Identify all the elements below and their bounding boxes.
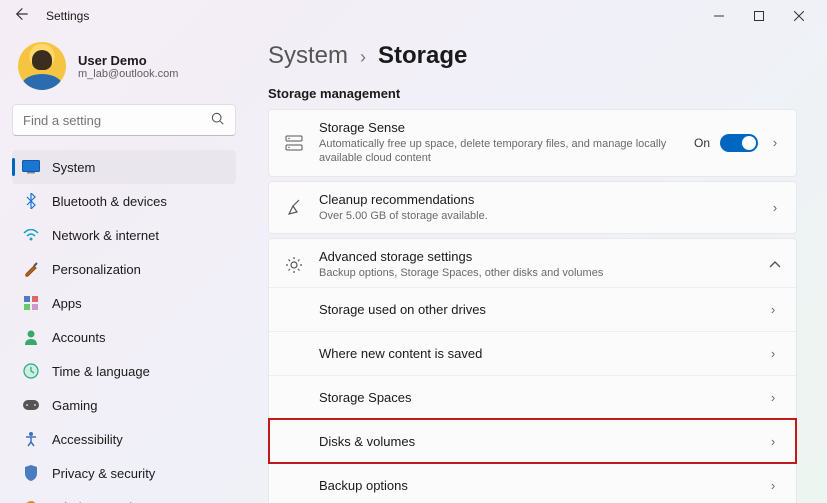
chevron-right-icon: › <box>766 302 780 317</box>
chevron-right-icon: › <box>766 478 780 493</box>
sidebar-item-system[interactable]: System <box>12 150 236 184</box>
chevron-right-icon: › <box>360 47 366 68</box>
where-new-content-item[interactable]: Where new content is saved › <box>269 331 796 375</box>
card-title: Storage Sense <box>319 120 680 135</box>
avatar <box>18 42 66 90</box>
gear-icon <box>283 256 305 274</box>
sidebar-item-bluetooth[interactable]: Bluetooth & devices <box>12 184 236 218</box>
sidebar-item-label: Windows Update <box>52 500 150 503</box>
search-box[interactable] <box>12 104 236 136</box>
card-description: Backup options, Storage Spaces, other di… <box>319 266 754 280</box>
maximize-button[interactable] <box>739 2 779 30</box>
chevron-right-icon: › <box>766 390 780 405</box>
apps-icon <box>22 294 40 312</box>
sidebar-item-accounts[interactable]: Accounts <box>12 320 236 354</box>
chevron-right-icon: › <box>768 135 782 150</box>
broom-icon <box>283 198 305 216</box>
sidebar-item-apps[interactable]: Apps <box>12 286 236 320</box>
storage-other-drives-item[interactable]: Storage used on other drives › <box>269 287 796 331</box>
user-name: User Demo <box>78 53 178 68</box>
storage-sense-toggle[interactable] <box>720 134 758 152</box>
minimize-icon <box>714 11 724 21</box>
wifi-icon <box>22 226 40 244</box>
arrow-left-icon <box>15 7 29 21</box>
sidebar-item-gaming[interactable]: Gaming <box>12 388 236 422</box>
chevron-right-icon: › <box>766 346 780 361</box>
advanced-sublist: Storage used on other drives › Where new… <box>268 287 797 503</box>
sidebar-item-network[interactable]: Network & internet <box>12 218 236 252</box>
sidebar-item-time-language[interactable]: Time & language <box>12 354 236 388</box>
bluetooth-icon <box>22 192 40 210</box>
chevron-right-icon: › <box>768 200 782 215</box>
card-description: Over 5.00 GB of storage available. <box>319 209 754 223</box>
sidebar-item-update[interactable]: Windows Update <box>12 490 236 503</box>
advanced-storage-card[interactable]: Advanced storage settings Backup options… <box>268 238 797 291</box>
sidebar-item-privacy[interactable]: Privacy & security <box>12 456 236 490</box>
sidebar-item-label: Accounts <box>52 330 105 345</box>
disks-volumes-item[interactable]: Disks & volumes › <box>269 419 796 463</box>
card-description: Automatically free up space, delete temp… <box>319 137 680 166</box>
search-input[interactable] <box>23 113 211 128</box>
search-icon <box>211 112 225 129</box>
breadcrumb: System › Storage <box>268 42 797 70</box>
titlebar: Settings <box>0 0 827 32</box>
sidebar-item-label: Bluetooth & devices <box>52 194 167 209</box>
storage-sense-card[interactable]: Storage Sense Automatically free up spac… <box>268 109 797 177</box>
maximize-icon <box>754 11 764 21</box>
sidebar-item-label: Gaming <box>52 398 98 413</box>
nav-list: System Bluetooth & devices Network & int… <box>12 150 236 503</box>
sidebar-item-label: Accessibility <box>52 432 123 447</box>
sidebar-item-label: Time & language <box>52 364 150 379</box>
back-button[interactable] <box>8 7 36 25</box>
close-icon <box>794 11 804 21</box>
sub-item-label: Backup options <box>319 478 766 493</box>
person-icon <box>22 328 40 346</box>
sidebar: User Demo m_lab@outlook.com System Bluet… <box>0 32 248 503</box>
backup-options-item[interactable]: Backup options › <box>269 463 796 503</box>
sub-item-label: Disks & volumes <box>319 434 766 449</box>
clock-icon <box>22 362 40 380</box>
toggle-state-label: On <box>694 136 710 150</box>
sub-item-label: Storage Spaces <box>319 390 766 405</box>
page-title: Storage <box>378 42 467 70</box>
user-email: m_lab@outlook.com <box>78 68 178 80</box>
brush-icon <box>22 260 40 278</box>
sidebar-item-label: Personalization <box>52 262 141 277</box>
user-block[interactable]: User Demo m_lab@outlook.com <box>12 36 236 104</box>
main-content: System › Storage Storage management Stor… <box>248 32 827 503</box>
sub-item-label: Where new content is saved <box>319 346 766 361</box>
card-title: Cleanup recommendations <box>319 192 754 207</box>
sidebar-item-label: System <box>52 160 95 175</box>
storage-sense-icon <box>283 134 305 152</box>
sidebar-item-label: Network & internet <box>52 228 159 243</box>
sidebar-item-personalization[interactable]: Personalization <box>12 252 236 286</box>
window-title: Settings <box>46 9 89 23</box>
shield-icon <box>22 464 40 482</box>
sidebar-item-accessibility[interactable]: Accessibility <box>12 422 236 456</box>
section-label: Storage management <box>268 86 797 101</box>
storage-spaces-item[interactable]: Storage Spaces › <box>269 375 796 419</box>
sub-item-label: Storage used on other drives <box>319 302 766 317</box>
sidebar-item-label: Privacy & security <box>52 466 155 481</box>
chevron-right-icon: › <box>766 434 780 449</box>
accessibility-icon <box>22 430 40 448</box>
card-title: Advanced storage settings <box>319 249 754 264</box>
system-icon <box>22 158 40 176</box>
chevron-up-icon <box>768 257 782 272</box>
sidebar-item-label: Apps <box>52 296 82 311</box>
breadcrumb-parent[interactable]: System <box>268 42 348 70</box>
game-icon <box>22 396 40 414</box>
cleanup-recommendations-card[interactable]: Cleanup recommendations Over 5.00 GB of … <box>268 181 797 234</box>
close-window-button[interactable] <box>779 2 819 30</box>
minimize-button[interactable] <box>699 2 739 30</box>
update-icon <box>22 498 40 503</box>
